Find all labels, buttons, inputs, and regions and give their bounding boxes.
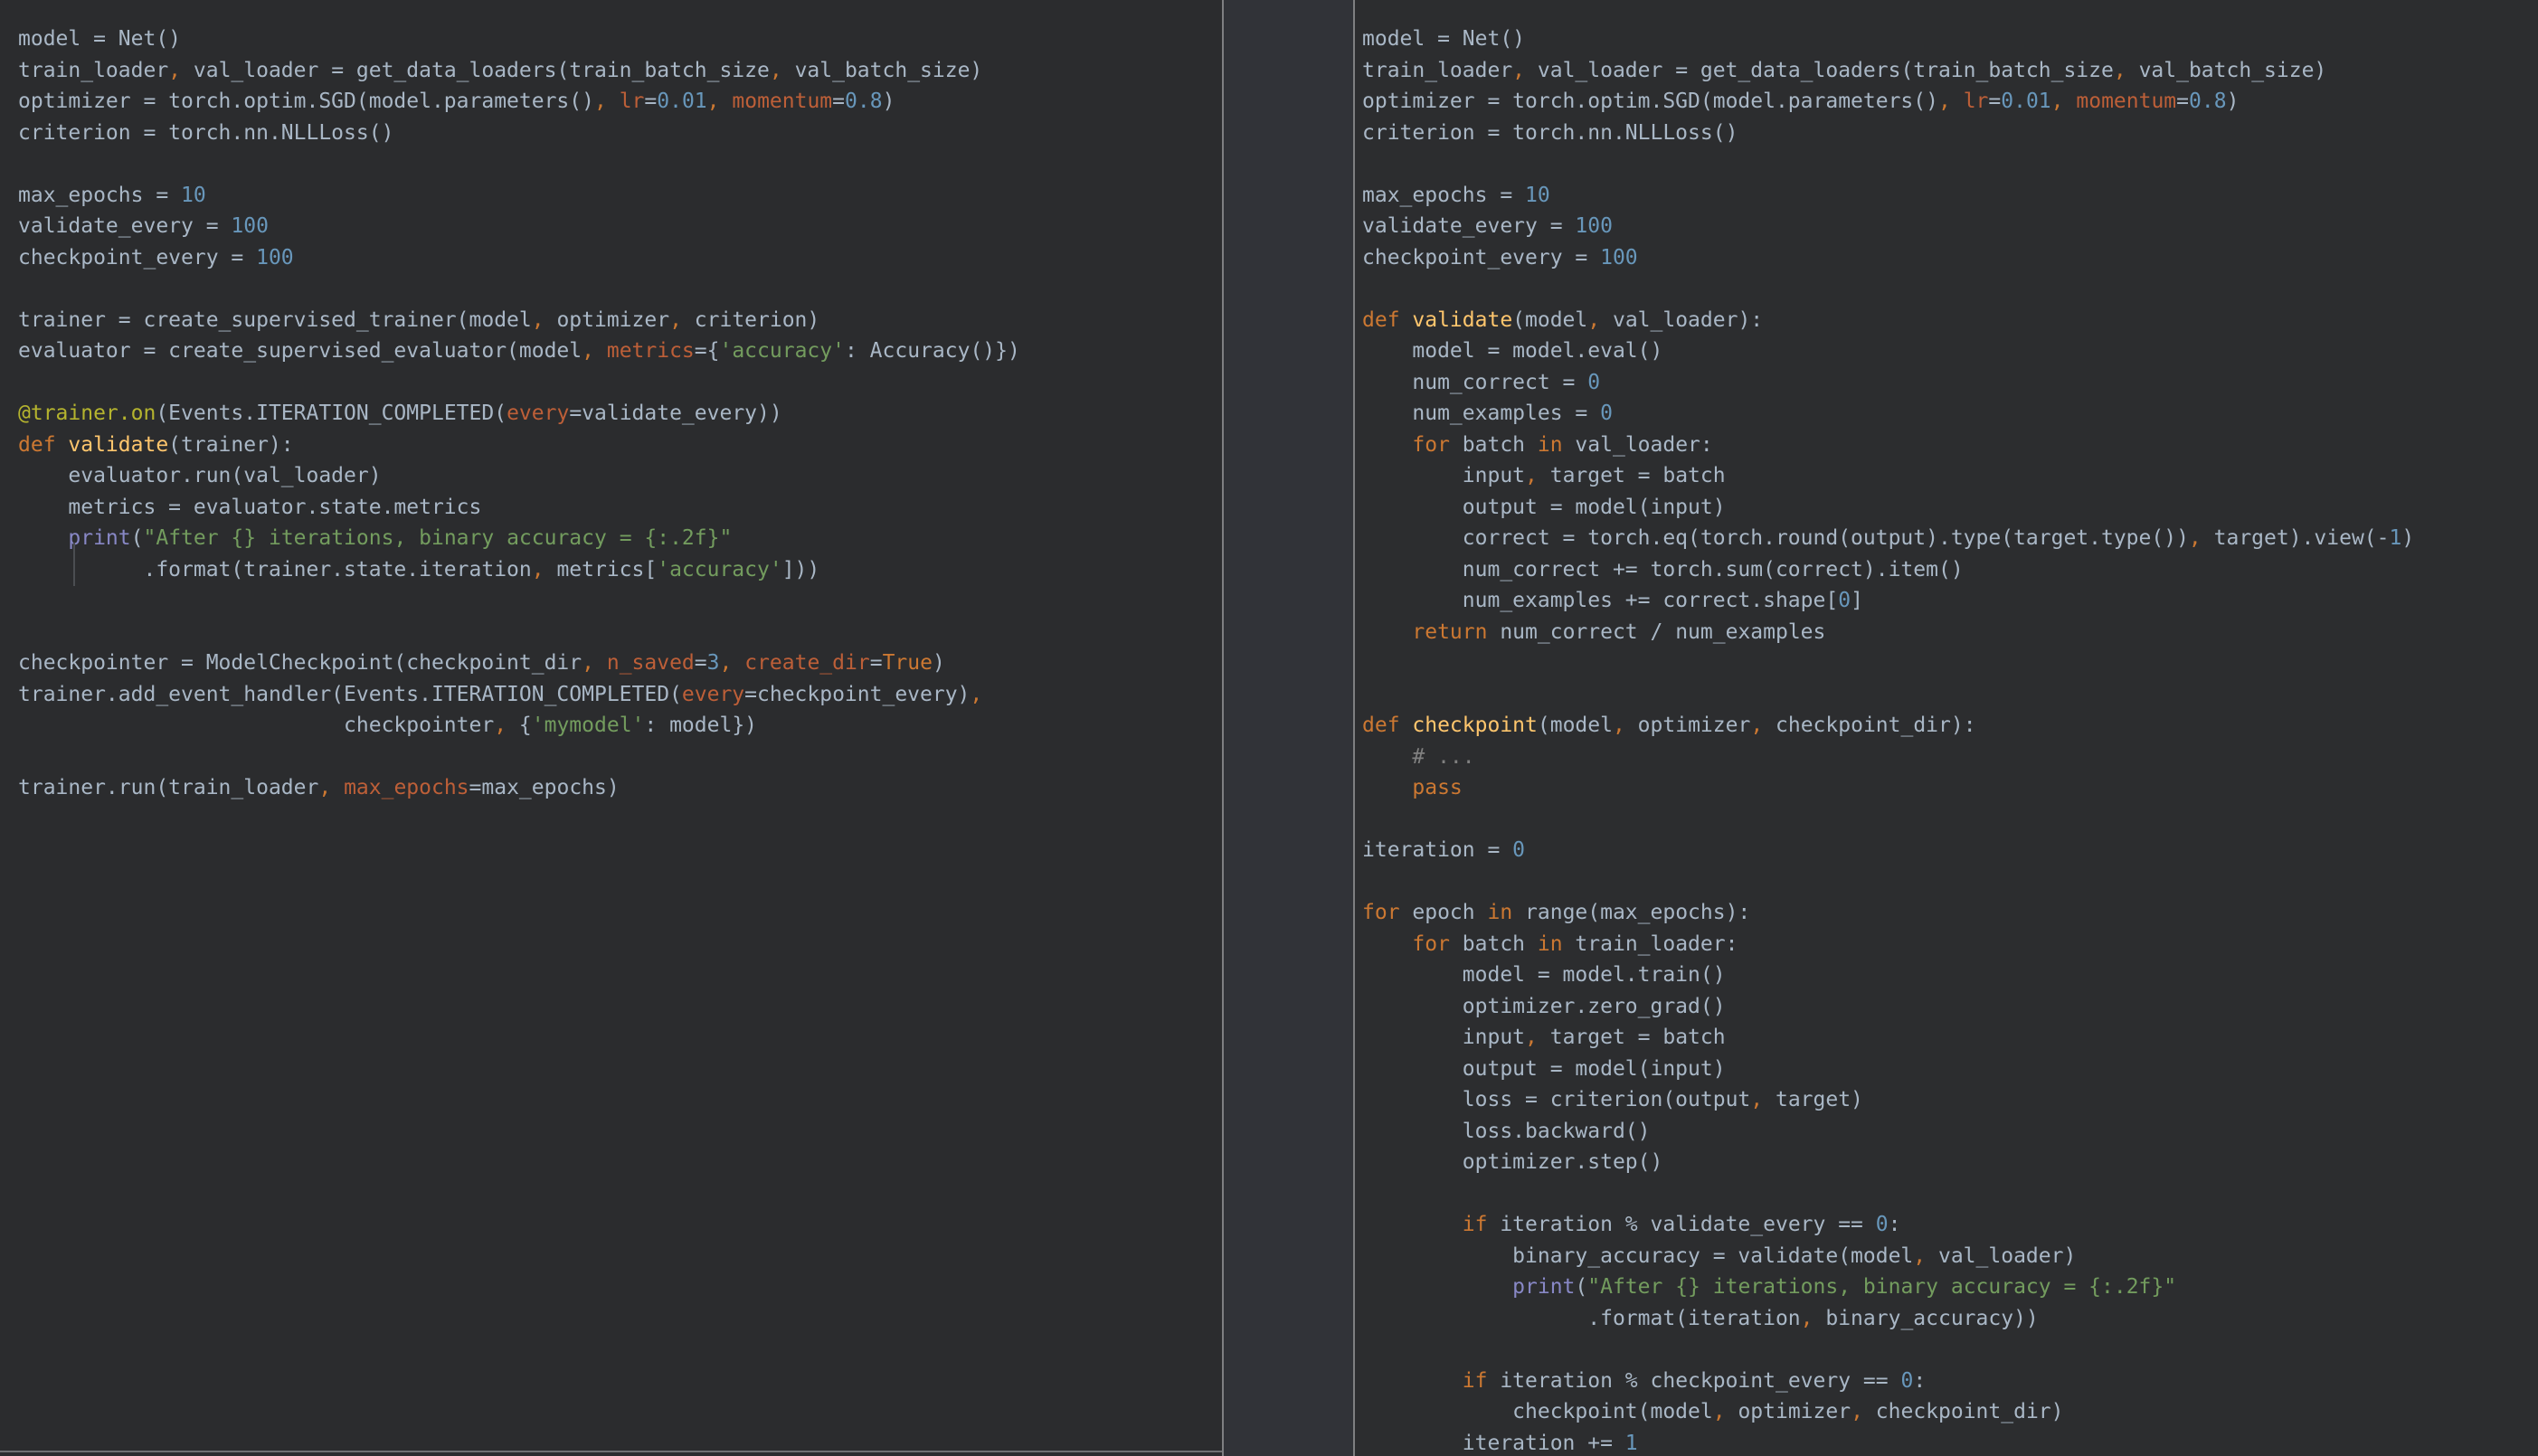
code-line: trainer.add_event_handler(Events.ITERATI… — [18, 682, 983, 706]
code-line: # ... — [1412, 744, 1475, 769]
code-line: trainer.run(train_loader, max_epochs=max… — [18, 776, 620, 799]
code-line: evaluator.run(val_loader) — [18, 464, 382, 487]
code-line: output = model(input) — [1362, 495, 1726, 519]
code-line: criterion = torch.nn.NLLLoss() — [1362, 120, 1738, 145]
code-line: for epoch in range(max_epochs): — [1362, 901, 1751, 924]
code-line: iteration = 0 — [1362, 838, 1526, 862]
code-line: num_correct += torch.sum(correct).item() — [1362, 557, 1964, 581]
code-line: @trainer.on(Events.ITERATION_COMPLETED(e… — [18, 402, 782, 425]
code-line: max_epochs = 10 — [18, 183, 206, 207]
code-line: input, target = batch — [1362, 1026, 1726, 1049]
code-line: validate_every = 100 — [18, 214, 269, 238]
code-line: input, target = batch — [1362, 464, 1726, 487]
left-editor-pane[interactable]: model = Net() train_loader, val_loader = … — [0, 0, 1222, 1456]
code-line: metrics = evaluator.state.metrics — [18, 495, 482, 519]
code-line: loss = criterion(output, target) — [1362, 1088, 1863, 1111]
code-line: train_loader, val_loader = get_data_load… — [1362, 58, 2327, 82]
code-line: model = model.eval() — [1362, 339, 1663, 363]
code-line: .format(iteration, binary_accuracy)) — [1362, 1306, 2039, 1330]
code-line: for batch in train_loader: — [1412, 931, 1738, 956]
left-pane-bottom-border — [0, 1451, 1222, 1452]
left-code[interactable]: model = Net() train_loader, val_loader = … — [0, 0, 1222, 804]
code-line: output = model(input) — [1362, 1056, 1726, 1081]
code-line: .format(trainer.state.iteration, metrics… — [18, 557, 820, 581]
code-line: checkpoint_every = 100 — [1362, 245, 1638, 269]
code-line: evaluator = create_supervised_evaluator(… — [18, 339, 1020, 363]
code-line: validate_every = 100 — [1362, 214, 1613, 238]
code-line: checkpoint_every = 100 — [18, 245, 294, 269]
indent-guide — [73, 543, 75, 586]
code-line: trainer = create_supervised_trainer(mode… — [18, 307, 820, 332]
code-line: num_correct = 0 — [1362, 370, 1601, 394]
code-line: criterion = torch.nn.NLLLoss() — [18, 120, 394, 145]
code-line: print("After {} iterations, binary accur… — [68, 526, 733, 550]
code-line: loss.backward() — [1362, 1119, 1651, 1143]
code-line: def validate(model, val_loader): — [1362, 307, 1764, 332]
code-line: for batch in val_loader: — [1412, 432, 1713, 457]
code-line: optimizer.zero_grad() — [1362, 994, 1726, 1018]
code-line: train_loader, val_loader = get_data_load… — [18, 58, 983, 82]
split-gutter[interactable] — [1224, 0, 1353, 1456]
right-editor-pane[interactable]: model = Net() train_loader, val_loader = … — [1355, 0, 2538, 1456]
right-code[interactable]: model = Net() train_loader, val_loader = … — [1355, 0, 2538, 1456]
code-line: num_examples += correct.shape[0] — [1362, 589, 1863, 612]
code-line: if iteration % validate_every == 0: — [1462, 1213, 1901, 1236]
code-line: pass — [1412, 776, 1463, 799]
code-line: binary_accuracy = validate(model, val_lo… — [1362, 1243, 2077, 1268]
code-line: optimizer.step() — [1362, 1150, 1663, 1174]
code-line: optimizer = torch.optim.SGD(model.parame… — [18, 90, 895, 113]
code-line: model = model.train() — [1362, 963, 1726, 987]
code-line: print("After {} iterations, binary accur… — [1512, 1275, 2177, 1299]
code-line: checkpointer, {'mymodel': model}) — [18, 714, 758, 737]
code-line: def checkpoint(model, optimizer, checkpo… — [1362, 714, 1976, 737]
code-line: model = Net() — [18, 27, 182, 51]
code-line: def validate(trainer): — [18, 432, 294, 457]
code-line: correct = torch.eq(torch.round(output).t… — [1362, 526, 2415, 550]
code-line: model = Net() — [1362, 27, 1526, 51]
code-line: optimizer = torch.optim.SGD(model.parame… — [1362, 90, 2240, 113]
code-line: max_epochs = 10 — [1362, 183, 1550, 207]
code-line: num_examples = 0 — [1362, 402, 1613, 425]
code-line: iteration += 1 — [1362, 1431, 1638, 1455]
code-comparison-view: model = Net() train_loader, val_loader = … — [0, 0, 2538, 1456]
code-line: checkpointer = ModelCheckpoint(checkpoin… — [18, 651, 945, 675]
code-line: if iteration % checkpoint_every == 0: — [1462, 1368, 1927, 1393]
code-line: return num_correct / num_examples — [1412, 619, 1826, 644]
code-line: checkpoint(model, optimizer, checkpoint_… — [1362, 1400, 2064, 1423]
